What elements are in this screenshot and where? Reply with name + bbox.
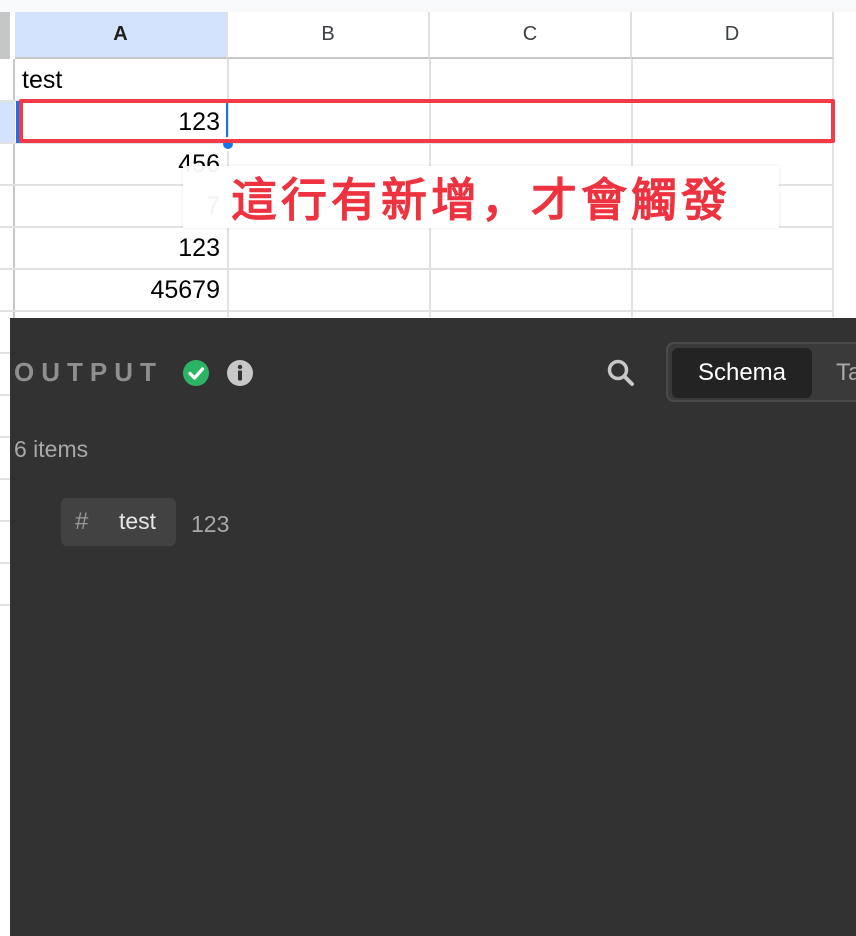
tab-table[interactable]: Ta [836, 348, 856, 398]
grid-line [0, 268, 832, 270]
field-name: test [119, 508, 157, 534]
cell-a6[interactable]: 45679 [20, 275, 220, 305]
info-icon[interactable] [226, 359, 254, 387]
view-tabs: Schema Ta [666, 342, 856, 402]
grid-line [0, 310, 832, 312]
success-check-icon [183, 360, 209, 386]
column-header-d[interactable]: D [632, 12, 834, 59]
items-count: 6 items [14, 436, 89, 462]
output-panel: OUTPUT Schema Ta 6 items # test 123 [10, 318, 856, 936]
cell-a5[interactable]: 123 [20, 233, 220, 263]
annotation-label: 這行有新增，才會觸發 [183, 166, 779, 228]
cell-a1[interactable]: test [22, 65, 62, 95]
row-header-selected[interactable] [0, 101, 15, 143]
row-highlight-box [19, 99, 835, 143]
field-value: 123 [191, 511, 230, 537]
toolbar-strip [0, 0, 856, 12]
tab-schema[interactable]: Schema [672, 348, 812, 398]
number-type-icon: # [75, 508, 89, 535]
column-header-b[interactable]: B [228, 12, 430, 59]
column-header-c[interactable]: C [430, 12, 632, 59]
select-all-corner[interactable] [0, 12, 10, 59]
output-title: OUTPUT [14, 357, 163, 387]
column-header-a[interactable]: A [15, 12, 228, 59]
schema-field-pill[interactable]: # test [61, 498, 176, 546]
search-icon[interactable] [606, 358, 636, 388]
grid-line [832, 59, 834, 317]
